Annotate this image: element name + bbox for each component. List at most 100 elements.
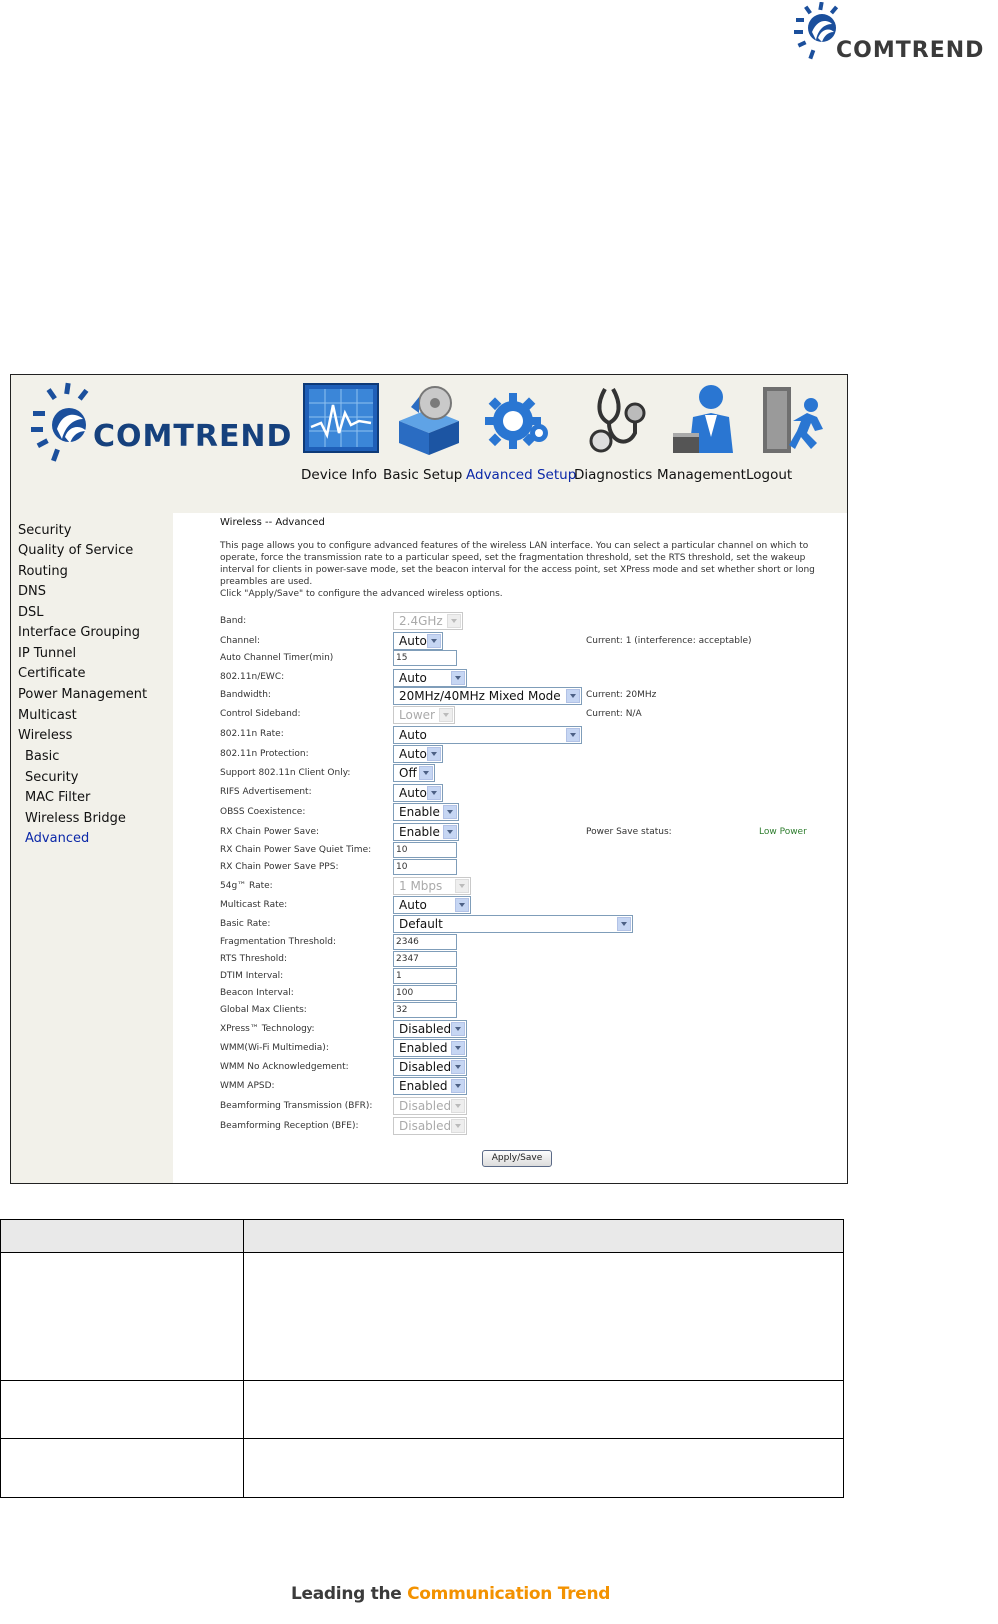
sidebar-item-wireless-security[interactable]: Security — [25, 770, 78, 785]
apply-save-button[interactable]: Apply/Save — [482, 1150, 552, 1167]
footer-slogan: Leading the Communication Trend — [291, 1584, 610, 1604]
chevron-down-icon — [427, 786, 441, 800]
comtrend-logo-top: COMTREND — [788, 2, 998, 66]
rts-threshold-input[interactable]: 2347 — [393, 951, 457, 967]
diagnostics-stethoscope-icon[interactable] — [583, 383, 661, 455]
parameter-table — [0, 1219, 844, 1498]
n-protection-select[interactable]: Auto — [393, 745, 443, 763]
sidebar-item-ip-tunnel[interactable]: IP Tunnel — [18, 646, 76, 661]
nav-basic-setup[interactable]: Basic Setup — [383, 467, 462, 483]
footer-slogan-part-3: Trend — [552, 1584, 611, 1604]
sidebar-item-dsl[interactable]: DSL — [18, 605, 44, 620]
rifs-select[interactable]: Auto — [393, 784, 443, 802]
sidebar-item-dns[interactable]: DNS — [18, 584, 46, 599]
band-label: Band: — [220, 616, 247, 626]
sidebar-item-quality-of-service[interactable]: Quality of Service — [18, 543, 133, 558]
bandwidth-label: Bandwidth: — [220, 690, 271, 700]
footer-slogan-part-1: Leading the — [291, 1584, 408, 1604]
control-sideband-label: Control Sideband: — [220, 709, 301, 719]
chevron-down-icon — [447, 614, 461, 628]
page-title: Wireless -- Advanced — [220, 517, 325, 528]
chevron-down-icon — [451, 1041, 465, 1055]
channel-current-note: Current: 1 (interference: acceptable) — [586, 636, 752, 646]
rx-pps-input[interactable]: 10 — [393, 859, 457, 875]
n-rate-label: 802.11n Rate: — [220, 729, 284, 739]
table-header-row — [1, 1220, 843, 1253]
beacon-input[interactable]: 100 — [393, 985, 457, 1001]
dtim-input[interactable]: 1 — [393, 968, 457, 984]
rate-54g-label: 54g™ Rate: — [220, 881, 273, 891]
wmm-apsd-select[interactable]: Enabled — [393, 1077, 467, 1095]
chevron-down-icon — [451, 1022, 465, 1036]
logout-running-man-icon[interactable] — [759, 383, 837, 455]
chevron-down-icon — [419, 766, 433, 780]
chevron-down-icon — [443, 825, 457, 839]
nav-diagnostics[interactable]: Diagnostics — [574, 467, 652, 483]
sidebar-item-security[interactable]: Security — [18, 523, 71, 538]
sidebar-item-certificate[interactable]: Certificate — [18, 666, 86, 681]
sidebar-item-mac-filter[interactable]: MAC Filter — [25, 790, 90, 805]
basic-rate-select[interactable]: Default — [393, 915, 633, 933]
sidebar-item-wireless-basic[interactable]: Basic — [25, 749, 59, 764]
power-save-status-value: Low Power — [759, 827, 807, 837]
brand-name: COMTREND — [93, 419, 293, 454]
sidebar-item-wireless[interactable]: Wireless — [18, 728, 72, 743]
nav-logout[interactable]: Logout — [746, 467, 792, 483]
device-info-chart-icon[interactable] — [303, 383, 381, 455]
chevron-down-icon — [566, 689, 580, 703]
support-n-only-label: Support 802.11n Client Only: — [220, 768, 351, 778]
table-row-divider — [1, 1380, 843, 1381]
wmm-label: WMM(Wi-Fi Multimedia): — [220, 1043, 329, 1053]
sidebar-item-routing[interactable]: Routing — [18, 564, 68, 579]
nav-device-info[interactable]: Device Info — [301, 467, 377, 483]
sidebar-item-power-management[interactable]: Power Management — [18, 687, 147, 702]
multicast-rate-select[interactable]: Auto — [393, 896, 471, 914]
chevron-down-icon — [451, 1079, 465, 1093]
chevron-down-icon — [439, 708, 453, 722]
comtrend-emblem-icon — [794, 2, 839, 60]
chevron-down-icon — [427, 634, 441, 648]
ewc-select[interactable]: Auto — [393, 669, 467, 687]
wmm-select[interactable]: Enabled — [393, 1039, 467, 1057]
chevron-down-icon — [443, 805, 457, 819]
auto-channel-timer-label: Auto Channel Timer(min) — [220, 653, 334, 663]
wmm-noack-select[interactable]: Disabled — [393, 1058, 467, 1076]
rx-quiet-time-label: RX Chain Power Save Quiet Time: — [220, 845, 372, 855]
support-n-only-select[interactable]: Off — [393, 764, 435, 782]
management-person-icon[interactable] — [667, 383, 745, 455]
nav-management[interactable]: Management — [657, 467, 746, 483]
xpress-label: XPress™ Technology: — [220, 1024, 315, 1034]
chevron-down-icon — [451, 671, 465, 685]
band-select: 2.4GHz — [393, 612, 463, 630]
chevron-down-icon — [451, 1099, 465, 1113]
power-save-status-label: Power Save status: — [586, 827, 672, 837]
n-rate-select[interactable]: Auto — [393, 726, 582, 744]
rate-54g-select: 1 Mbps — [393, 877, 471, 895]
basic-setup-box-icon[interactable] — [389, 383, 467, 455]
sidebar-item-advanced[interactable]: Advanced — [25, 831, 89, 846]
rx-chain-power-save-label: RX Chain Power Save: — [220, 827, 320, 837]
comtrend-emblem-icon — [31, 382, 89, 462]
advanced-setup-gear-icon[interactable] — [477, 383, 555, 455]
rx-quiet-time-input[interactable]: 10 — [393, 842, 457, 858]
sidebar-item-multicast[interactable]: Multicast — [18, 708, 77, 723]
max-clients-input[interactable]: 32 — [393, 1002, 457, 1018]
chevron-down-icon — [427, 747, 441, 761]
xpress-select[interactable]: Disabled — [393, 1020, 467, 1038]
sidebar-item-wireless-bridge[interactable]: Wireless Bridge — [25, 811, 126, 826]
max-clients-label: Global Max Clients: — [220, 1005, 307, 1015]
bfr-label: Beamforming Transmission (BFR): — [220, 1101, 373, 1111]
table-row-divider — [1, 1438, 843, 1439]
frag-threshold-input[interactable]: 2346 — [393, 934, 457, 950]
channel-select[interactable]: Auto — [393, 632, 443, 650]
page-description: This page allows you to configure advanc… — [220, 541, 815, 587]
ewc-label: 802.11n/EWC: — [220, 672, 285, 682]
sidebar-item-interface-grouping[interactable]: Interface Grouping — [18, 625, 140, 640]
nav-advanced-setup[interactable]: Advanced Setup — [466, 467, 576, 483]
obss-label: OBSS Coexistence: — [220, 807, 306, 817]
bandwidth-select[interactable]: 20MHz/40MHz Mixed Mode — [393, 687, 582, 705]
rx-chain-power-save-select[interactable]: Enable — [393, 823, 459, 841]
auto-channel-timer-input[interactable]: 15 — [393, 650, 457, 666]
obss-select[interactable]: Enable — [393, 803, 459, 821]
wmm-noack-label: WMM No Acknowledgement: — [220, 1062, 349, 1072]
